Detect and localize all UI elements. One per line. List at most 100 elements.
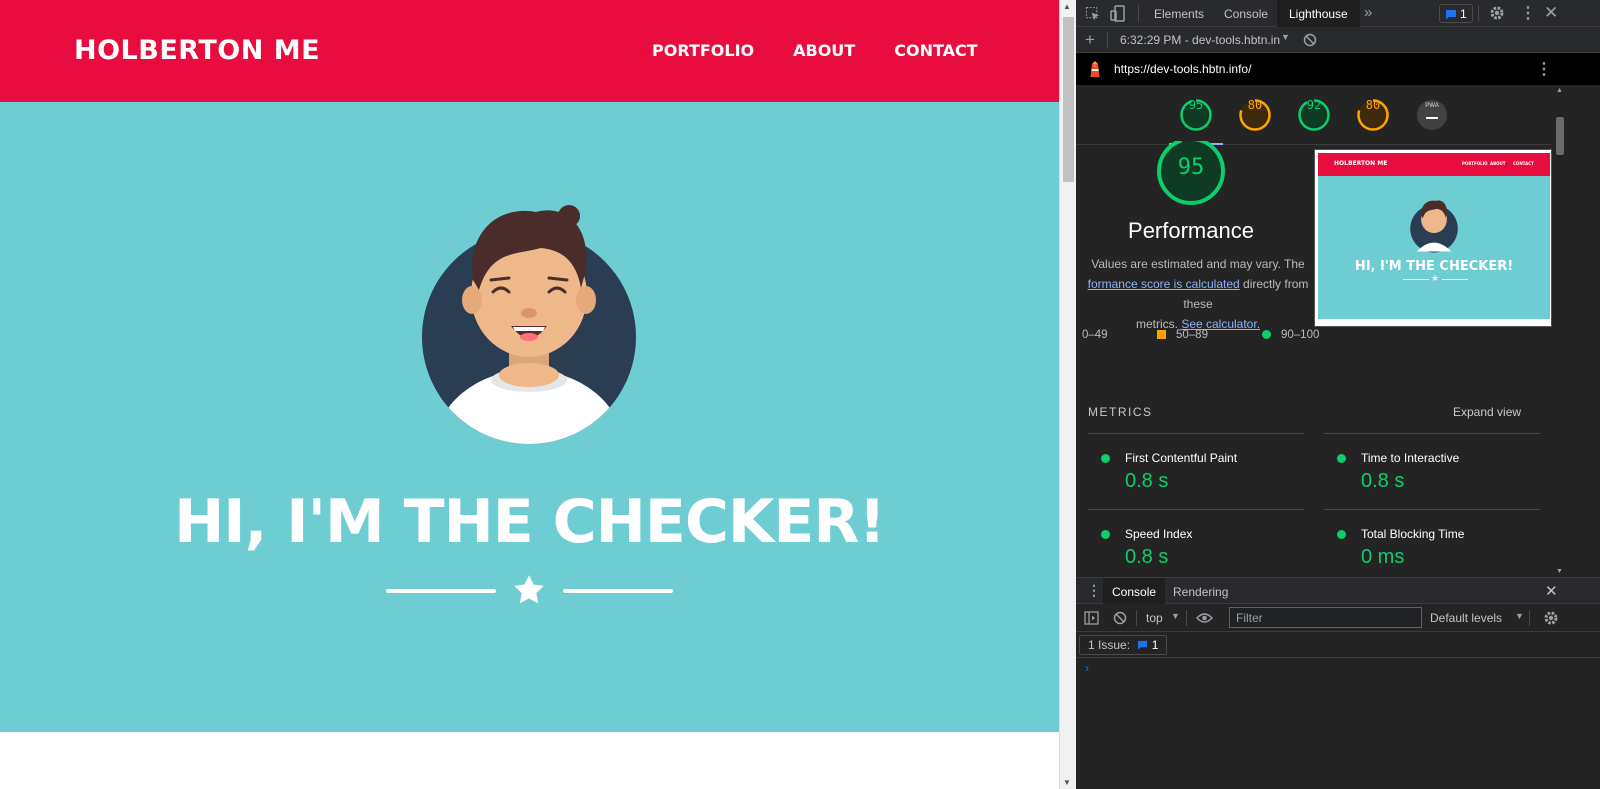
more-options-icon[interactable]: ⋮ [1520, 3, 1536, 23]
tab-console[interactable]: Console [1224, 7, 1268, 21]
scroll-down-arrow-icon[interactable]: ▼ [1063, 778, 1071, 787]
console-drawer: ⋮ Console Rendering ✕ top ▼ Filter Defau… [1076, 577, 1600, 789]
performance-score: 95 [1177, 155, 1205, 180]
divider-line-left [386, 589, 496, 593]
metric-value: 0 ms [1361, 546, 1405, 568]
console-settings-gear-icon[interactable] [1543, 610, 1559, 626]
drawer-menu-icon[interactable]: ⋮ [1087, 582, 1101, 599]
devtools-panel: Elements Console Lighthouse » 1 ⋮ ✕ + 6:… [1076, 0, 1600, 789]
metric-time-to-interactive: Time to Interactive 0.8 s [1324, 433, 1540, 509]
scroll-down-arrow-icon[interactable]: ▼ [1556, 568, 1563, 575]
report-dropdown-chevron-icon[interactable]: ▼ [1281, 32, 1290, 42]
score-gauges-row: 95 80 92 80 PWA [1076, 85, 1552, 145]
report-scrollbar[interactable]: ▲ ▼ [1552, 85, 1567, 577]
lighthouse-logo-icon [1090, 61, 1100, 77]
report-more-icon[interactable]: ⋮ [1536, 59, 1552, 79]
thumb-title: HI, I'M THE CHECKER! [1354, 259, 1514, 274]
levels-dropdown-chevron-icon[interactable]: ▼ [1515, 611, 1524, 621]
pass-dot-icon [1101, 530, 1110, 539]
settings-gear-icon[interactable] [1489, 5, 1505, 21]
page-scrollbar[interactable]: ▲ ▼ [1059, 0, 1076, 789]
new-report-plus-icon[interactable]: + [1085, 30, 1095, 50]
context-select[interactable]: top [1146, 611, 1163, 625]
clear-console-icon[interactable] [1113, 611, 1127, 625]
metrics-header: METRICS [1088, 405, 1153, 419]
issues-count: 1 [1460, 7, 1467, 21]
pass-dot-icon [1337, 454, 1346, 463]
gauge-score: 80 [1247, 98, 1263, 112]
inspect-element-icon[interactable] [1085, 6, 1100, 21]
performance-big-gauge: 95 [1156, 137, 1226, 214]
gauge-best-practices[interactable]: 92 [1297, 98, 1331, 132]
nav-link-contact[interactable]: CONTACT [894, 41, 977, 60]
more-tabs-chevron-icon[interactable]: » [1364, 4, 1372, 21]
toolbar-divider [1136, 610, 1137, 626]
metric-value: 0.8 s [1125, 546, 1169, 568]
toolbar-divider [1529, 610, 1530, 626]
scroll-up-arrow-icon[interactable]: ▲ [1556, 87, 1563, 94]
message-icon [1446, 10, 1456, 20]
metric-value: 0.8 s [1125, 470, 1169, 492]
hero-section: HI, I'M THE CHECKER! [0, 102, 1059, 732]
legend-label: 50–89 [1176, 329, 1208, 341]
avatar-illustration [422, 205, 636, 444]
toolbar-divider [1107, 32, 1108, 48]
gauge-performance[interactable]: 95 [1179, 98, 1213, 132]
nav-link-about[interactable]: ABOUT [793, 41, 855, 60]
performance-description: Values are estimated and may vary. The f… [1076, 254, 1320, 334]
gauge-seo[interactable]: 80 [1356, 98, 1390, 132]
console-toolbar: top ▼ Filter Default levels ▼ [1076, 604, 1600, 632]
square-icon [1157, 330, 1166, 339]
toolbar-divider [1186, 610, 1187, 626]
tab-elements[interactable]: Elements [1154, 7, 1204, 21]
navbar: HOLBERTON ME PORTFOLIO ABOUT CONTACT [0, 0, 1059, 102]
gauge-score: 95 [1188, 98, 1204, 112]
drawer-tab-console[interactable]: Console [1103, 578, 1166, 604]
console-filter-input[interactable]: Filter [1229, 607, 1422, 628]
issues-label: 1 Issue: [1088, 638, 1131, 652]
performance-title: Performance [1128, 218, 1254, 243]
tab-lighthouse[interactable]: Lighthouse [1277, 0, 1360, 27]
thumb-star-icon: ★ [1431, 273, 1440, 283]
console-prompt-chevron-icon[interactable]: › [1085, 661, 1089, 675]
thumb-nav: CONTACT [1513, 161, 1534, 166]
issues-badge[interactable]: 1 [1439, 4, 1473, 23]
circle-icon [1262, 330, 1271, 339]
metric-label: Time to Interactive [1361, 451, 1460, 465]
audited-url[interactable]: https://dev-tools.hbtn.info/ [1114, 62, 1251, 76]
desc-line: formance score is calculated directly fr… [1076, 274, 1320, 314]
clear-reports-icon[interactable] [1303, 33, 1317, 47]
sidebar-toggle-icon[interactable] [1084, 611, 1099, 625]
metric-label: Speed Index [1125, 527, 1193, 541]
nav-link-portfolio[interactable]: PORTFOLIO [652, 41, 754, 60]
page-scrollbar-thumb[interactable] [1063, 17, 1074, 182]
legend-pass: 90–100 [1262, 329, 1319, 341]
context-dropdown-chevron-icon[interactable]: ▼ [1171, 611, 1180, 621]
lighthouse-url-bar: https://dev-tools.hbtn.info/ ⋮ [1076, 53, 1600, 85]
toolbar-divider [1478, 5, 1479, 22]
expand-view-toggle[interactable]: Expand view [1453, 405, 1521, 419]
issues-chip[interactable]: 1 Issue: 1 [1079, 635, 1168, 655]
gauge-accessibility[interactable]: 80 [1238, 98, 1272, 132]
report-select[interactable]: 6:32:29 PM - dev-tools.hbtn.in [1120, 33, 1280, 47]
score-calc-link[interactable]: formance score is calculated [1088, 277, 1240, 291]
devtools-tabbar: Elements Console Lighthouse » 1 ⋮ ✕ [1076, 0, 1600, 27]
brand-logo[interactable]: HOLBERTON ME [74, 35, 320, 66]
close-drawer-icon[interactable]: ✕ [1545, 582, 1558, 600]
close-devtools-icon[interactable]: ✕ [1544, 3, 1558, 23]
thumb-divider [1403, 279, 1429, 280]
device-toggle-icon[interactable] [1110, 5, 1126, 22]
drawer-tab-rendering[interactable]: Rendering [1173, 585, 1228, 599]
metric-value: 0.8 s [1361, 470, 1405, 492]
scroll-up-arrow-icon[interactable]: ▲ [1063, 2, 1071, 11]
report-scrollbar-thumb[interactable] [1556, 117, 1564, 155]
gauge-pwa-label: PWA [1425, 103, 1439, 109]
live-expression-eye-icon[interactable] [1196, 612, 1213, 624]
thumb-navbar: HOLBERTON ME PORTFOLIO ABOUT CONTACT [1318, 153, 1550, 176]
log-levels-select[interactable]: Default levels [1430, 611, 1502, 625]
lighthouse-report: 95 80 92 80 PWA 95 Performance Values ar… [1076, 85, 1552, 577]
gauge-pwa[interactable]: PWA [1415, 98, 1449, 132]
thumb-nav: ABOUT [1490, 161, 1506, 166]
divider-line-right [563, 589, 673, 593]
desc-line: Values are estimated and may vary. The [1091, 257, 1305, 271]
